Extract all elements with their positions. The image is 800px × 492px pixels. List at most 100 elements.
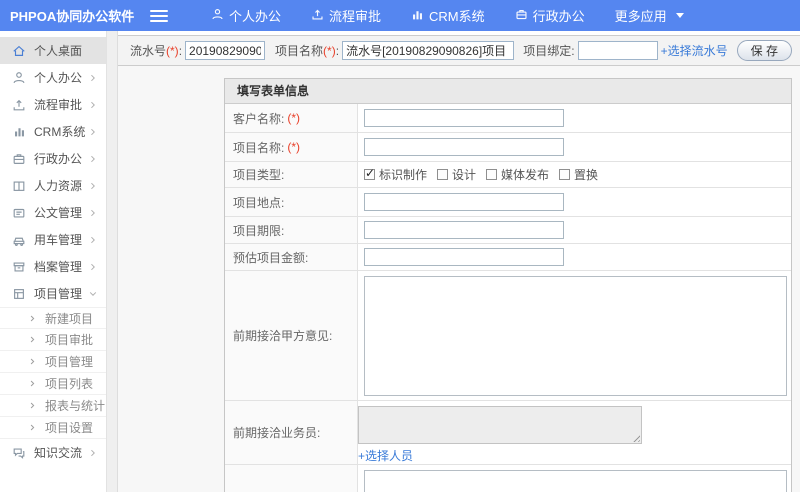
sidebar-item-label: 个人办公 [34, 71, 83, 85]
required-mark: (*) [323, 44, 336, 58]
top-navbar: PHPOA协同办公软件 个人办公 流程审批 CRM系统 行政办公 更多应用 [0, 0, 800, 31]
extra-textarea[interactable] [364, 470, 787, 492]
sidebar-item-documents[interactable]: 公文管理 [0, 199, 106, 226]
sidebar-item-crm[interactable]: CRM系统 [0, 118, 106, 145]
sidebar-scrollbar[interactable] [107, 31, 118, 492]
app-window: PHPOA协同办公软件 个人办公 流程审批 CRM系统 行政办公 更多应用 个人… [0, 0, 800, 492]
menu-toggle-icon[interactable] [150, 9, 168, 22]
sidebar-item-label: 行政办公 [34, 152, 83, 166]
sidebar-item-label: 档案管理 [34, 260, 83, 274]
form-row-project-type: 项目类型: 标识制作 设计 媒体发布 置换 [225, 162, 791, 188]
checkbox-icon[interactable] [437, 169, 449, 180]
sidebar-subitem-reports-stats[interactable]: 报表与统计 [0, 395, 106, 417]
sidebar-item-label: 知识交流 [34, 446, 83, 460]
chevron-down-icon [88, 289, 98, 299]
chevron-right-icon [88, 73, 98, 83]
nav-item-admin-office[interactable]: 行政办公 [500, 0, 600, 31]
home-icon [12, 44, 26, 58]
checkbox-icon[interactable] [559, 169, 571, 180]
sidebar-item-vehicles[interactable]: 用车管理 [0, 226, 106, 253]
form-row-salesperson: 前期接洽业务员: +选择人员 [225, 401, 791, 465]
required-mark: (*) [287, 111, 301, 125]
sidebar-item-flow-approval[interactable]: 流程审批 [0, 91, 106, 118]
chevron-right-icon [88, 448, 98, 458]
checkbox-option-sign-making[interactable]: 标识制作 [364, 166, 427, 183]
bar-chart-icon [411, 8, 424, 24]
chevron-right-icon [88, 235, 98, 245]
sidebar-subitem-label: 新建项目 [45, 311, 94, 326]
select-serial-link[interactable]: +选择流水号 [661, 42, 728, 59]
sidebar-subitem-label: 项目管理 [45, 355, 94, 369]
app-title: PHPOA协同办公软件 [10, 9, 135, 24]
sidebar-item-projects[interactable]: 项目管理 [0, 280, 106, 307]
field-label: 项目地点: [225, 188, 358, 216]
sidebar-subitem-project-settings[interactable]: 项目设置 [0, 417, 106, 439]
briefcase-icon [12, 152, 26, 166]
sidebar-item-label: 公文管理 [34, 206, 83, 220]
app-body: 个人桌面 个人办公 流程审批 CRM系统 行政办公 人力资源 公文管理 用车管理… [0, 31, 800, 492]
customer-name-input[interactable] [364, 109, 564, 127]
sidebar-subitem-project-list[interactable]: 项目列表 [0, 373, 106, 395]
nav-item-personal-office[interactable]: 个人办公 [196, 0, 296, 31]
project-bind-input[interactable] [577, 41, 658, 60]
nav-item-crm[interactable]: CRM系统 [396, 0, 500, 31]
sidebar-item-label: 人力资源 [34, 179, 83, 193]
nav-item-label: 更多应用 [614, 9, 667, 24]
sidebar-subitem-new-project[interactable]: 新建项目 [0, 307, 106, 329]
project-duration-input[interactable] [364, 221, 564, 239]
resize-handle[interactable] [631, 433, 640, 442]
sidebar-item-admin-office[interactable]: 行政办公 [0, 145, 106, 172]
form-row-project-location: 项目地点: [225, 188, 791, 217]
nav-item-flow-approval[interactable]: 流程审批 [296, 0, 396, 31]
panel-title: 填写表单信息 [225, 79, 791, 104]
briefcase-icon [515, 8, 528, 24]
chevron-right-icon [88, 100, 98, 110]
bar-chart-icon [12, 125, 26, 139]
chevron-right-icon [28, 314, 37, 323]
field-label: 客户名称: (*) [225, 104, 358, 132]
chat-icon [12, 446, 26, 460]
save-button[interactable]: 保 存 [736, 40, 792, 61]
checkbox-option-media-release[interactable]: 媒体发布 [486, 166, 549, 183]
project-location-input[interactable] [364, 193, 564, 211]
chevron-right-icon [28, 401, 37, 410]
form-row-project-duration: 项目期限: [225, 217, 791, 244]
nav-item-label: 个人办公 [229, 9, 282, 24]
sidebar-item-knowledge[interactable]: 知识交流 [0, 439, 106, 466]
sidebar-item-archives[interactable]: 档案管理 [0, 253, 106, 280]
chevron-right-icon [88, 262, 98, 272]
sidebar-item-label: 项目管理 [34, 287, 83, 301]
sidebar-item-desktop[interactable]: 个人桌面 [0, 37, 106, 64]
checkbox-icon[interactable] [364, 166, 375, 180]
form-row-project-name: 项目名称: (*) [225, 133, 791, 162]
sidebar-subitem-label: 项目列表 [45, 377, 94, 391]
nav-item-more-apps[interactable]: 更多应用 [600, 0, 699, 31]
chevron-right-icon [88, 208, 98, 218]
chevron-right-icon [28, 423, 37, 432]
sidebar-subitem-project-manage[interactable]: 项目管理 [0, 351, 106, 373]
select-person-link[interactable]: +选择人员 [358, 449, 413, 463]
checkbox-option-design[interactable]: 设计 [437, 166, 476, 183]
sidebar-item-personal-office[interactable]: 个人办公 [0, 64, 106, 91]
sidebar-subitem-label: 项目设置 [45, 421, 94, 435]
project-name-field[interactable] [364, 138, 564, 156]
salesperson-textarea[interactable] [358, 406, 642, 444]
user-icon [12, 71, 26, 85]
serial-input[interactable] [185, 41, 266, 60]
sidebar-projects-submenu: 新建项目 项目审批 项目管理 项目列表 报表与统计 项目设置 [0, 307, 106, 439]
sidebar-subitem-project-approval[interactable]: 项目审批 [0, 329, 106, 351]
client-opinion-textarea[interactable] [364, 276, 787, 396]
chevron-right-icon [88, 154, 98, 164]
chevron-right-icon [28, 379, 37, 388]
caret-down-icon [675, 13, 684, 18]
checkbox-option-exchange[interactable]: 置换 [559, 166, 598, 183]
sidebar-item-hr[interactable]: 人力资源 [0, 172, 106, 199]
sidebar-item-label: 流程审批 [34, 98, 83, 112]
estimated-amount-input[interactable] [364, 248, 564, 266]
form-row-estimated-amount: 预估项目金额: [225, 244, 791, 271]
sidebar-item-label: CRM系统 [34, 125, 86, 139]
chevron-right-icon [28, 357, 37, 366]
checkbox-icon[interactable] [486, 169, 498, 180]
sidebar: 个人桌面 个人办公 流程审批 CRM系统 行政办公 人力资源 公文管理 用车管理… [0, 31, 107, 492]
project-name-input[interactable] [342, 41, 515, 60]
